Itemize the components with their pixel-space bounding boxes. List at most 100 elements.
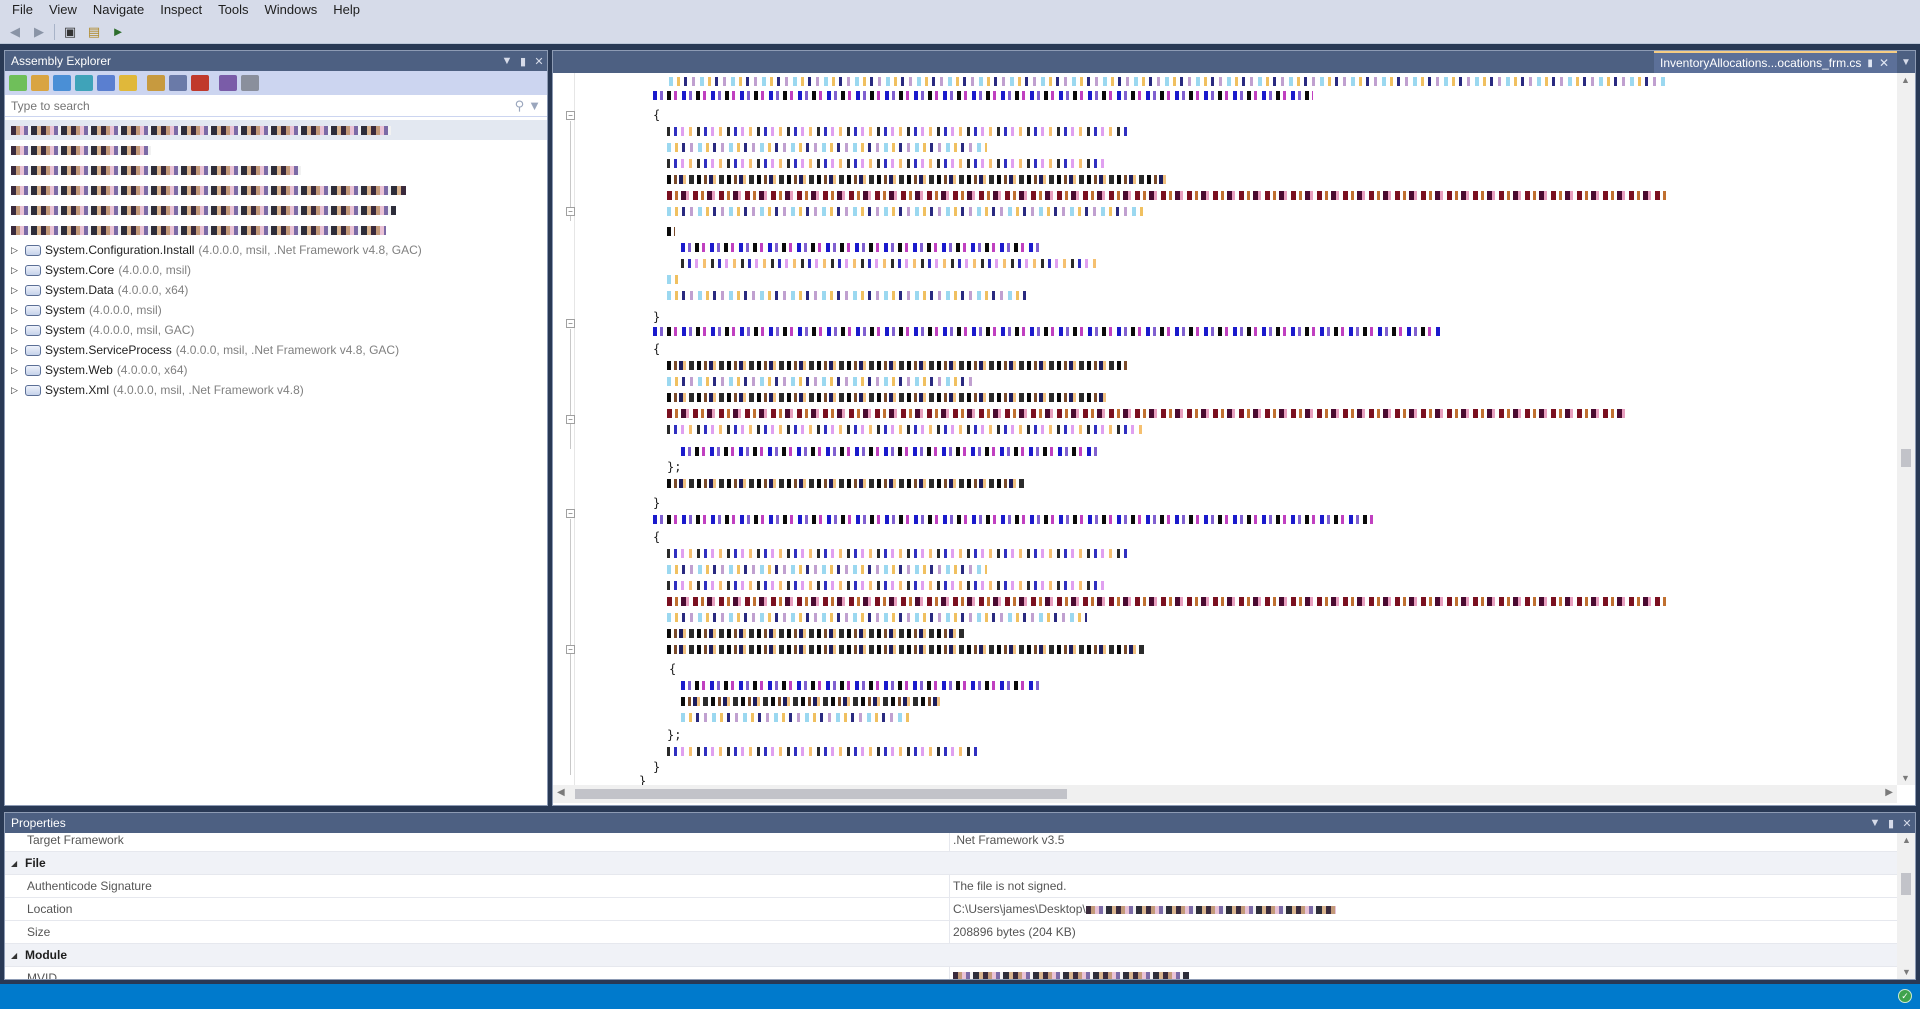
fold-toggle-icon[interactable]: − bbox=[566, 207, 575, 216]
tree-item-redacted[interactable] bbox=[5, 180, 547, 200]
scrollbar-thumb[interactable] bbox=[1901, 449, 1911, 467]
open-icon[interactable]: ▣ bbox=[61, 23, 79, 41]
expand-arrow-icon[interactable]: ▷ bbox=[11, 365, 25, 376]
key-icon[interactable] bbox=[119, 75, 137, 91]
scrollbar-thumb[interactable] bbox=[1901, 873, 1911, 895]
expand-arrow-icon[interactable]: ▷ bbox=[11, 345, 25, 356]
tree-item-assembly[interactable]: ▷ System (4.0.0.0, msil, GAC) bbox=[5, 320, 547, 340]
code-editor-panel: InventoryAllocations...ocations_frm.cs ▮… bbox=[552, 50, 1916, 806]
scroll-up-icon[interactable]: ▲ bbox=[1901, 75, 1910, 85]
scroll-down-icon[interactable]: ▼ bbox=[1902, 967, 1911, 977]
menu-file[interactable]: File bbox=[4, 0, 41, 20]
property-row[interactable]: Authenticode Signature The file is not s… bbox=[5, 875, 1897, 898]
close-icon[interactable]: ✕ bbox=[1899, 817, 1915, 830]
tree-item-redacted[interactable] bbox=[5, 200, 547, 220]
property-category[interactable]: ◢ File bbox=[5, 852, 1897, 875]
export-icon[interactable] bbox=[219, 75, 237, 91]
open-folder-icon[interactable] bbox=[31, 75, 49, 91]
run-icon[interactable]: ► bbox=[109, 23, 127, 41]
expand-arrow-icon[interactable]: ▷ bbox=[11, 245, 25, 256]
redacted-code bbox=[667, 360, 1127, 370]
scroll-down-icon[interactable]: ▼ bbox=[1901, 773, 1910, 783]
menu-help[interactable]: Help bbox=[325, 0, 368, 20]
tree-item-assembly[interactable]: ▷ System (4.0.0.0, msil) bbox=[5, 300, 547, 320]
assembly-search-input[interactable] bbox=[11, 98, 511, 113]
grid-icon[interactable] bbox=[169, 75, 187, 91]
assembly-name: System.Data bbox=[45, 283, 114, 297]
pin-icon[interactable]: ▼ bbox=[528, 98, 541, 113]
scroll-left-icon[interactable]: ◀ bbox=[557, 787, 565, 798]
code-brace: } bbox=[653, 496, 661, 510]
code-line: } bbox=[653, 495, 664, 511]
chevron-down-icon[interactable]: ▼ bbox=[1897, 51, 1915, 73]
tree-item-assembly[interactable]: ▷ System.Xml (4.0.0.0, msil, .Net Framew… bbox=[5, 380, 547, 400]
search-options-icon[interactable]: ⚲ bbox=[515, 98, 525, 114]
property-row[interactable]: Target Framework .Net Framework v3.5 bbox=[5, 833, 1897, 852]
add-assembly-icon[interactable] bbox=[9, 75, 27, 91]
forward-arrow-icon[interactable]: ▶ bbox=[30, 23, 48, 41]
tree-item-redacted[interactable] bbox=[5, 140, 547, 160]
chevron-down-icon[interactable]: ▼ bbox=[499, 55, 515, 67]
fold-toggle-icon[interactable]: − bbox=[566, 415, 575, 424]
redacted-code bbox=[667, 628, 967, 638]
menu-navigate[interactable]: Navigate bbox=[85, 0, 152, 20]
expand-arrow-icon[interactable]: ▷ bbox=[11, 265, 25, 276]
expand-arrow-icon[interactable]: ▷ bbox=[11, 385, 25, 396]
fold-toggle-icon[interactable]: − bbox=[566, 645, 575, 654]
code-line bbox=[681, 709, 911, 725]
property-row[interactable]: MVID bbox=[5, 967, 1897, 979]
properties-scrollbar[interactable]: ▲ ▼ bbox=[1897, 833, 1915, 979]
fold-line bbox=[570, 121, 571, 221]
collapse-arrow-icon[interactable]: ◢ bbox=[11, 859, 17, 868]
editor-vertical-scrollbar[interactable]: ▲ ▼ bbox=[1897, 73, 1915, 785]
code-line bbox=[667, 641, 1147, 657]
property-key: Authenticode Signature bbox=[27, 879, 152, 893]
tree-item-assembly[interactable]: ▷ System.Web (4.0.0.0, x64) bbox=[5, 360, 547, 380]
fold-toggle-icon[interactable]: − bbox=[566, 509, 575, 518]
fold-toggle-icon[interactable]: − bbox=[566, 111, 575, 120]
load-process-icon[interactable] bbox=[97, 75, 115, 91]
expand-arrow-icon[interactable]: ▷ bbox=[11, 285, 25, 296]
tree-item-assembly[interactable]: ▷ System.Core (4.0.0.0, msil) bbox=[5, 260, 547, 280]
scroll-right-icon[interactable]: ▶ bbox=[1885, 787, 1893, 798]
scroll-up-icon[interactable]: ▲ bbox=[1902, 835, 1911, 845]
fold-toggle-icon[interactable]: − bbox=[566, 319, 575, 328]
open-nuget-icon[interactable] bbox=[75, 75, 93, 91]
scrollbar-thumb[interactable] bbox=[575, 789, 1067, 799]
menu-view[interactable]: View bbox=[41, 0, 85, 20]
open-gac-icon[interactable] bbox=[53, 75, 71, 91]
remove-icon[interactable] bbox=[191, 75, 209, 91]
redacted-code bbox=[667, 142, 987, 152]
menu-inspect[interactable]: Inspect bbox=[152, 0, 210, 20]
tree-item-redacted[interactable] bbox=[5, 120, 547, 140]
list-icon[interactable] bbox=[147, 75, 165, 91]
collapse-arrow-icon[interactable]: ◢ bbox=[11, 951, 17, 960]
menu-tools[interactable]: Tools bbox=[210, 0, 256, 20]
pin-icon[interactable]: ▮ bbox=[1867, 58, 1873, 69]
tree-item-assembly[interactable]: ▷ System.Configuration.Install (4.0.0.0,… bbox=[5, 240, 547, 260]
close-icon[interactable]: ✕ bbox=[531, 55, 547, 68]
pin-icon[interactable]: ▮ bbox=[515, 55, 531, 68]
property-row[interactable]: Location C:\Users\james\Desktop\ bbox=[5, 898, 1897, 921]
property-row[interactable]: Size 208896 bytes (204 KB) bbox=[5, 921, 1897, 944]
menu-windows[interactable]: Windows bbox=[257, 0, 326, 20]
editor-horizontal-scrollbar[interactable]: ◀ ▶ bbox=[553, 785, 1897, 803]
tree-item-assembly[interactable]: ▷ System.ServiceProcess (4.0.0.0, msil, … bbox=[5, 340, 547, 360]
close-icon[interactable]: ✕ bbox=[1879, 56, 1889, 70]
expand-arrow-icon[interactable]: ▷ bbox=[11, 325, 25, 336]
save-icon[interactable] bbox=[241, 75, 259, 91]
tree-item-redacted[interactable] bbox=[5, 160, 547, 180]
back-arrow-icon[interactable]: ◀ bbox=[6, 23, 24, 41]
editor-tab[interactable]: InventoryAllocations...ocations_frm.cs ▮… bbox=[1654, 51, 1897, 73]
tree-item-redacted[interactable] bbox=[5, 220, 547, 240]
code-line bbox=[667, 625, 967, 641]
code-view[interactable]: { } { }; } {{};}} bbox=[577, 73, 1895, 785]
status-ok-icon[interactable]: ✓ bbox=[1898, 989, 1912, 1003]
tree-item-assembly[interactable]: ▷ System.Data (4.0.0.0, x64) bbox=[5, 280, 547, 300]
assembly-list-icon[interactable]: ▤ bbox=[85, 23, 103, 41]
code-brace: }; bbox=[667, 728, 682, 742]
chevron-down-icon[interactable]: ▼ bbox=[1867, 817, 1883, 829]
pin-icon[interactable]: ▮ bbox=[1883, 817, 1899, 830]
expand-arrow-icon[interactable]: ▷ bbox=[11, 305, 25, 316]
property-category[interactable]: ◢ Module bbox=[5, 944, 1897, 967]
